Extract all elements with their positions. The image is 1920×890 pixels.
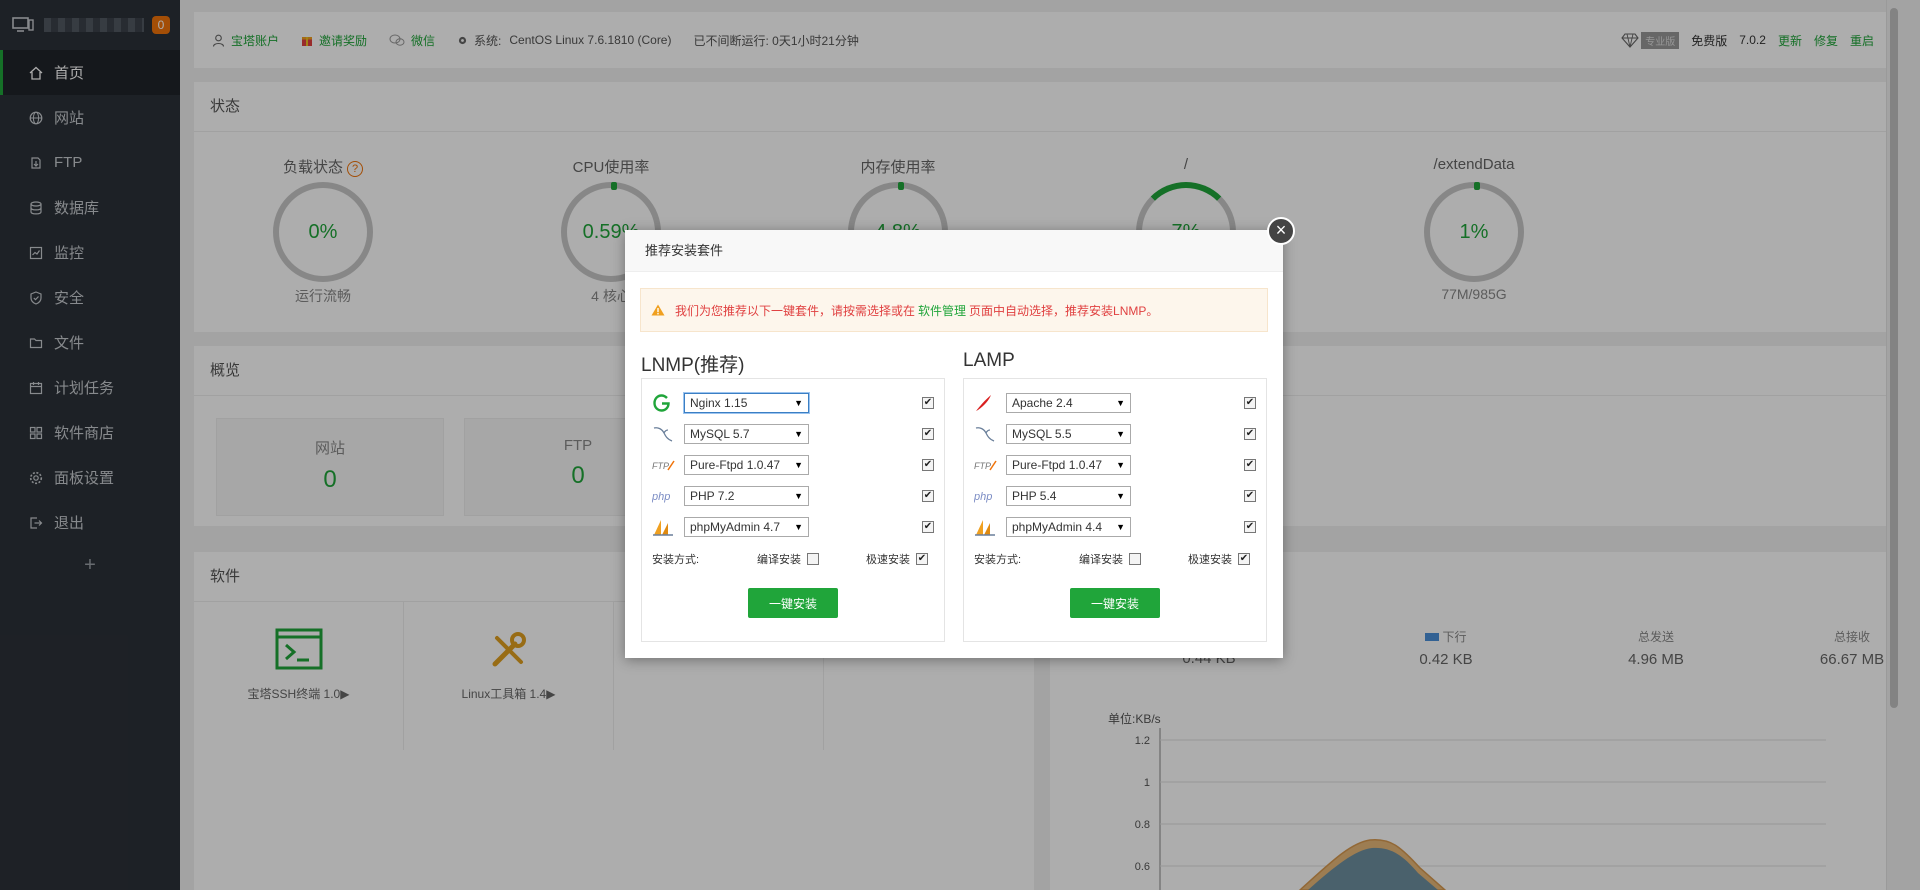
- fast-install-option[interactable]: 极速安装 ✔: [866, 551, 934, 567]
- compile-label: 编译安装: [757, 554, 801, 566]
- php-icon: php: [652, 491, 670, 503]
- nginx-version-select[interactable]: Nginx 1.15 ▼: [684, 392, 809, 413]
- select-value: Pure-Ftpd 1.0.47: [690, 457, 781, 472]
- select-value: phpMyAdmin 4.4: [1012, 519, 1103, 534]
- fast-label: 极速安装: [866, 554, 910, 566]
- dropdown-arrow-icon: ▼: [1116, 459, 1125, 470]
- lnmp-install-button[interactable]: 一键安装: [748, 588, 838, 618]
- lamp-title: LAMP: [963, 350, 1015, 371]
- dropdown-arrow-icon: ▼: [1116, 521, 1125, 532]
- close-icon[interactable]: ×: [1267, 217, 1295, 245]
- package-row-php: php PHP 5.4 ▼ ✔: [974, 480, 1256, 511]
- lnmp-box: Nginx 1.15 ▼ ✔ MySQL 5.7 ▼ ✔ FTP Pure-Ftpd…: [641, 378, 945, 642]
- alert-text-post: 页面中自动选择，推荐安装LNMP。: [969, 303, 1159, 318]
- mysql-version-select[interactable]: MySQL 5.5 ▼: [1006, 423, 1131, 444]
- phpmyadmin-version-select[interactable]: phpMyAdmin 4.4 ▼: [1006, 516, 1131, 537]
- nginx-checkbox[interactable]: ✔: [922, 396, 934, 409]
- dropdown-arrow-icon: ▼: [794, 428, 803, 439]
- phpmyadmin-checkbox[interactable]: ✔: [922, 520, 934, 533]
- phpmyadmin-icon: [653, 519, 673, 536]
- phpmyadmin-version-select[interactable]: phpMyAdmin 4.7 ▼: [684, 516, 809, 537]
- apache-checkbox[interactable]: ✔: [1244, 396, 1256, 409]
- svg-text:php: php: [652, 491, 670, 503]
- select-value: MySQL 5.5: [1012, 426, 1072, 441]
- ftp-icon: FTP: [652, 460, 675, 471]
- compile-install-option[interactable]: 编译安装: [1079, 551, 1147, 567]
- package-row-ftpd: FTP Pure-Ftpd 1.0.47 ▼ ✔: [652, 449, 934, 480]
- package-row-apache: Apache 2.4 ▼ ✔: [974, 387, 1256, 418]
- recommended-install-dialog: 推荐安装套件 我们为您推荐以下一键套件，请按需选择或在 软件管理 页面中自动选择…: [625, 230, 1283, 658]
- package-row-mysql: MySQL 5.7 ▼ ✔: [652, 418, 934, 449]
- dropdown-arrow-icon: ▼: [1116, 490, 1125, 501]
- lamp-box: Apache 2.4 ▼ ✔ MySQL 5.5 ▼ ✔ FTP Pure-Ftpd…: [963, 378, 1267, 642]
- php-checkbox[interactable]: ✔: [1244, 489, 1256, 502]
- dropdown-arrow-icon: ▼: [794, 397, 803, 408]
- package-row-mysql: MySQL 5.5 ▼ ✔: [974, 418, 1256, 449]
- recommend-alert: 我们为您推荐以下一键套件，请按需选择或在 软件管理 页面中自动选择，推荐安装LN…: [640, 288, 1268, 332]
- package-row-phpmyadmin: phpMyAdmin 4.7 ▼ ✔: [652, 511, 934, 542]
- php-version-select[interactable]: PHP 5.4 ▼: [1006, 485, 1131, 506]
- dropdown-arrow-icon: ▼: [794, 521, 803, 532]
- dropdown-arrow-icon: ▼: [1116, 428, 1125, 439]
- ftpd-checkbox[interactable]: ✔: [922, 458, 934, 471]
- install-mode-label: 安装方式:: [652, 554, 700, 566]
- install-mode-row: 安装方式: 编译安装 极速安装 ✔: [974, 544, 1256, 574]
- apache-icon: [976, 394, 991, 411]
- fast-install-option[interactable]: 极速安装 ✔: [1188, 551, 1256, 567]
- lamp-install-button[interactable]: 一键安装: [1070, 588, 1160, 618]
- mysql-checkbox[interactable]: ✔: [922, 427, 934, 440]
- php-checkbox[interactable]: ✔: [922, 489, 934, 502]
- package-row-phpmyadmin: phpMyAdmin 4.4 ▼ ✔: [974, 511, 1256, 542]
- ftp-icon: FTP: [974, 460, 997, 471]
- ftpd-version-select[interactable]: Pure-Ftpd 1.0.47 ▼: [684, 454, 809, 475]
- phpmyadmin-icon: [975, 519, 995, 536]
- php-icon: php: [974, 491, 992, 503]
- fast-checkbox[interactable]: ✔: [916, 553, 928, 565]
- fast-checkbox[interactable]: ✔: [1238, 553, 1250, 565]
- phpmyadmin-checkbox[interactable]: ✔: [1244, 520, 1256, 533]
- select-value: Nginx 1.15: [690, 395, 748, 410]
- nginx-icon: [653, 393, 670, 412]
- select-value: Pure-Ftpd 1.0.47: [1012, 457, 1103, 472]
- select-value: MySQL 5.7: [690, 426, 750, 441]
- svg-text:FTP: FTP: [974, 461, 991, 471]
- ftpd-checkbox[interactable]: ✔: [1244, 458, 1256, 471]
- mysql-icon: [975, 426, 995, 442]
- lamp-column: LAMP Apache 2.4 ▼ ✔ MySQL 5.5 ▼ ✔ FTP Pure…: [963, 350, 1267, 642]
- lnmp-column: LNMP(推荐) Nginx 1.15 ▼ ✔ MySQL 5.7 ▼ ✔ FTP …: [641, 350, 945, 642]
- package-row-php: php PHP 7.2 ▼ ✔: [652, 480, 934, 511]
- alert-text-pre: 我们为您推荐以下一键套件，请按需选择或在: [675, 303, 916, 318]
- ftpd-version-select[interactable]: Pure-Ftpd 1.0.47 ▼: [1006, 454, 1131, 475]
- package-row-ftpd: FTP Pure-Ftpd 1.0.47 ▼ ✔: [974, 449, 1256, 480]
- dropdown-arrow-icon: ▼: [1116, 397, 1125, 408]
- dialog-title: 推荐安装套件: [625, 230, 1283, 272]
- mysql-icon: [653, 426, 673, 442]
- install-mode-label: 安装方式:: [974, 554, 1022, 566]
- select-value: PHP 5.4: [1012, 488, 1057, 503]
- mysql-version-select[interactable]: MySQL 5.7 ▼: [684, 423, 809, 444]
- svg-text:php: php: [974, 491, 992, 503]
- compile-install-option[interactable]: 编译安装: [757, 551, 825, 567]
- compile-checkbox[interactable]: [807, 553, 819, 565]
- mysql-checkbox[interactable]: ✔: [1244, 427, 1256, 440]
- select-value: PHP 7.2: [690, 488, 735, 503]
- lnmp-title: LNMP(推荐): [641, 355, 745, 376]
- svg-text:FTP: FTP: [652, 461, 669, 471]
- compile-checkbox[interactable]: [1129, 553, 1141, 565]
- software-manage-link[interactable]: 软件管理: [918, 302, 966, 319]
- install-mode-row: 安装方式: 编译安装 极速安装 ✔: [652, 544, 934, 574]
- select-value: Apache 2.4: [1012, 395, 1073, 410]
- select-value: phpMyAdmin 4.7: [690, 519, 781, 534]
- fast-label: 极速安装: [1188, 554, 1232, 566]
- php-version-select[interactable]: PHP 7.2 ▼: [684, 485, 809, 506]
- package-row-nginx: Nginx 1.15 ▼ ✔: [652, 387, 934, 418]
- apache-version-select[interactable]: Apache 2.4 ▼: [1006, 392, 1131, 413]
- warning-icon: [651, 304, 665, 316]
- dropdown-arrow-icon: ▼: [794, 490, 803, 501]
- compile-label: 编译安装: [1079, 554, 1123, 566]
- dropdown-arrow-icon: ▼: [794, 459, 803, 470]
